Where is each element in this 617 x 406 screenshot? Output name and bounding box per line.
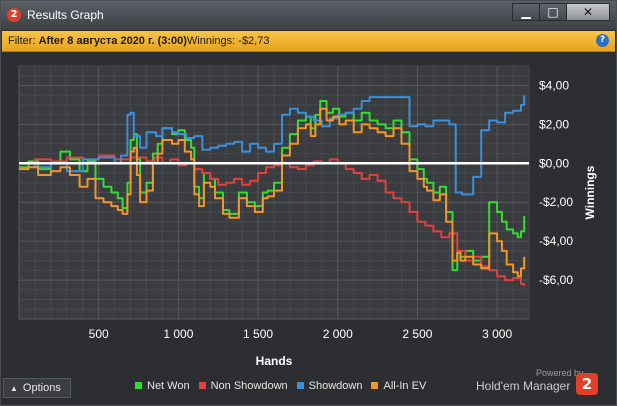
- help-icon[interactable]: ?: [596, 34, 609, 47]
- close-button[interactable]: ✕: [566, 3, 610, 21]
- results-graph-window: 2 Results Graph ▁ □ ✕ Filter: After 8 ав…: [0, 0, 617, 406]
- winnings-label: Winnings:: [186, 35, 239, 47]
- y-tick-label: -$6,00: [539, 273, 573, 287]
- chevron-up-icon: ▲: [10, 384, 18, 393]
- legend-swatch: [135, 382, 142, 389]
- brand-name: Hold'em Manager: [476, 379, 571, 393]
- maximize-button[interactable]: □: [539, 3, 567, 21]
- filter-label: Filter:: [8, 35, 39, 47]
- filter-value: After 8 августа 2020 г. (3:00): [38, 35, 187, 47]
- legend-swatch: [198, 382, 206, 389]
- legend-swatch: [296, 382, 304, 389]
- options-label: Options: [22, 382, 61, 394]
- y-tick-label: $2,00: [539, 117, 569, 131]
- x-tick-label: 2 000: [323, 327, 353, 341]
- x-tick-label: 1 000: [163, 327, 193, 341]
- window-title: Results Graph: [27, 8, 104, 22]
- legend-label: All-In EV: [383, 380, 427, 392]
- x-tick-label: 2 500: [402, 327, 432, 341]
- winnings-value: -$2,73: [238, 35, 270, 47]
- options-button[interactable]: ▲ Options: [3, 378, 71, 398]
- legend-item[interactable]: Non Showdown: [198, 380, 288, 392]
- filter-text: Filter: After 8 августа 2020 г. (3:00)Wi…: [8, 31, 269, 51]
- brand-logo-icon: 2: [576, 373, 598, 395]
- legend-label: Non Showdown: [210, 380, 288, 392]
- x-axis-label: Hands: [256, 354, 293, 368]
- title-bar[interactable]: 2 Results Graph ▁ □ ✕: [1, 1, 616, 30]
- legend-label: Showdown: [308, 380, 363, 392]
- chart-legend: Net Won Non Showdown Showdown All-In EV: [135, 380, 435, 394]
- legend-item[interactable]: All-In EV: [371, 380, 426, 392]
- x-tick-label: 500: [89, 327, 109, 341]
- y-tick-label: $0,00: [539, 156, 569, 170]
- y-tick-label: -$2,00: [539, 195, 573, 209]
- minimize-button[interactable]: ▁: [512, 3, 540, 21]
- x-tick-label: 1 500: [243, 327, 273, 341]
- y-tick-label: $4,00: [539, 78, 569, 92]
- results-chart: 500 1 000 1 500 2 000 2 500 3 000 $4,00 $2,00 $0…: [1, 52, 616, 372]
- filter-bar[interactable]: Filter: After 8 августа 2020 г. (3:00)Wi…: [2, 31, 615, 52]
- legend-swatch: [371, 382, 379, 389]
- y-axis-label: Winnings: [583, 165, 597, 219]
- x-tick-label: 3 000: [482, 327, 512, 341]
- legend-item[interactable]: Showdown: [296, 380, 363, 392]
- results-chart-svg: 500 1 000 1 500 2 000 2 500 3 000 $4,00 $2,00 $0…: [18, 65, 597, 368]
- legend-item[interactable]: Net Won: [135, 380, 190, 392]
- legend-label: Net Won: [147, 380, 190, 392]
- y-tick-label: -$4,00: [539, 234, 573, 248]
- app-logo-icon: 2: [7, 8, 21, 22]
